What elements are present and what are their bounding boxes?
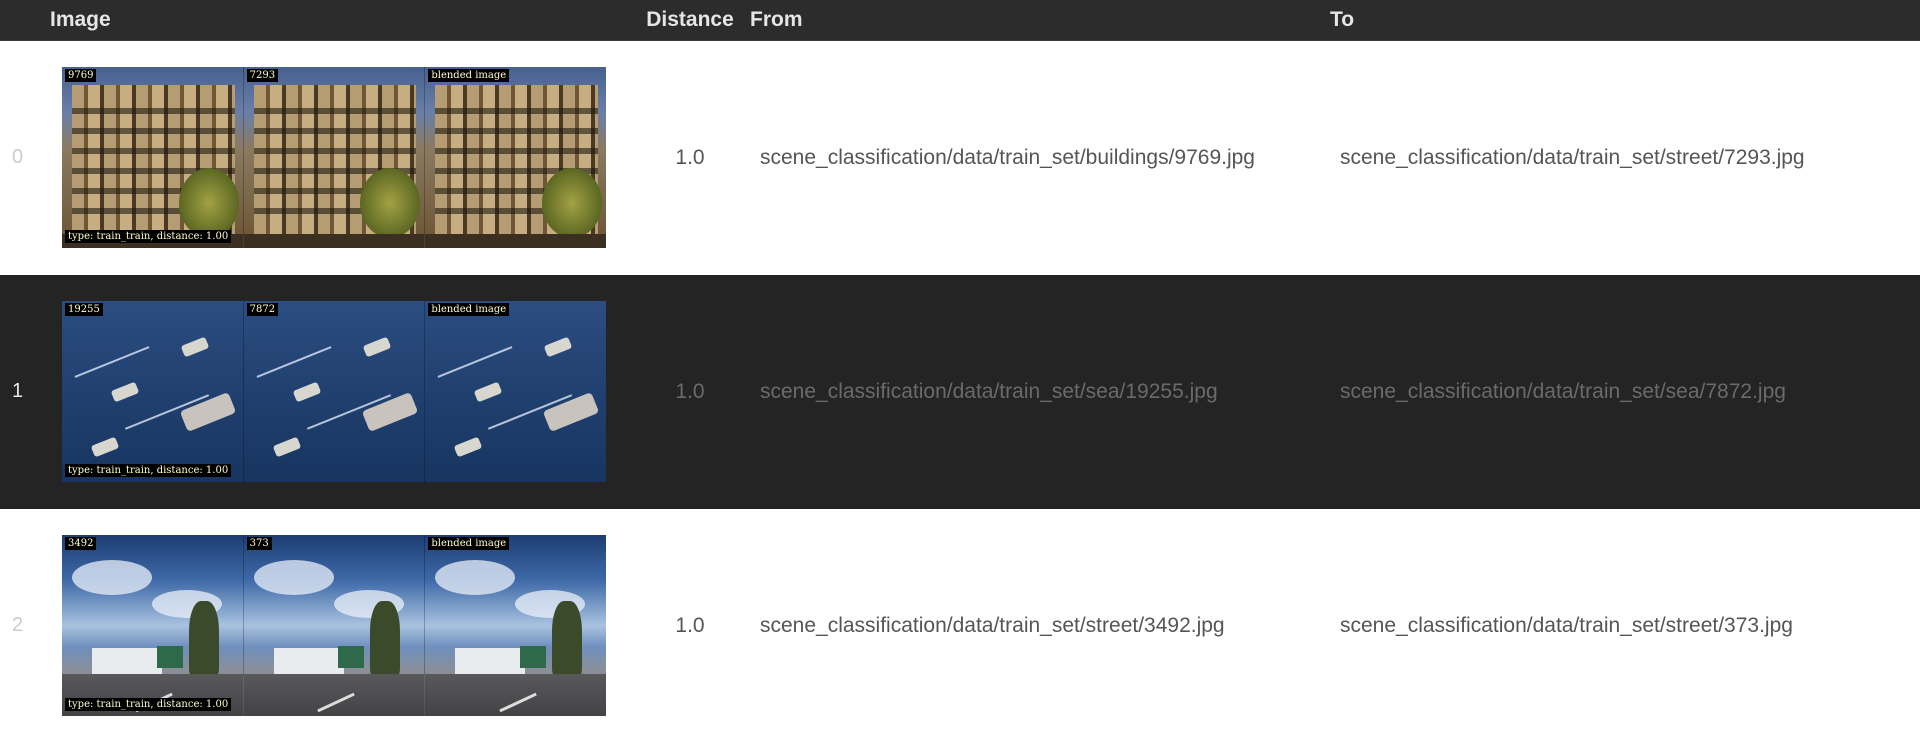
blended-image: blended image	[424, 301, 607, 482]
image-cell: 3492 373 blended image type: train_train…	[50, 509, 630, 743]
image-caption: type: train_train, distance: 1.00	[65, 230, 232, 244]
to-image-tag: 7293	[246, 69, 279, 83]
results-table: Image Distance From To 0 9769 7293 blend…	[0, 0, 1920, 743]
header-from-label: From	[750, 8, 803, 31]
to-image: 7872	[242, 301, 425, 482]
from-path: scene_classification/data/train_set/stre…	[760, 613, 1225, 637]
row-index: 1	[12, 380, 24, 402]
header-index	[0, 0, 50, 41]
distance-value: 1.0	[675, 613, 705, 637]
blended-image-tag: blended image	[428, 69, 510, 83]
from-image: 3492	[62, 535, 243, 716]
image-strip: 19255 7872 blended image type: train_tra…	[62, 301, 607, 482]
to-image-tag: 373	[246, 537, 272, 550]
row-index: 0	[12, 146, 24, 169]
table-row[interactable]: 2 3492 373 blended image type: train_tra…	[0, 509, 1920, 743]
distance-value: 1.0	[675, 145, 705, 169]
to-path: scene_classification/data/train_set/stre…	[1340, 145, 1805, 169]
header-distance-label: Distance	[646, 8, 734, 31]
image-caption: type: train_train, distance: 1.00	[65, 464, 232, 477]
from-image-tag: 19255	[65, 303, 103, 316]
to-image-tag: 7872	[246, 303, 279, 316]
blended-image-tag: blended image	[428, 303, 510, 316]
to-path: scene_classification/data/train_set/stre…	[1340, 613, 1793, 637]
blended-image: blended image	[424, 535, 607, 716]
to-path: scene_classification/data/train_set/sea/…	[1340, 379, 1786, 403]
blended-image-tag: blended image	[428, 537, 510, 550]
row-index: 2	[12, 614, 24, 636]
image-strip: 9769 7293 blended image type: train_trai…	[62, 67, 607, 249]
from-image-tag: 9769	[65, 69, 97, 83]
from-image: 19255	[62, 301, 243, 482]
header-to[interactable]: To	[1330, 0, 1920, 41]
to-image: 373	[242, 535, 425, 716]
header-distance[interactable]: Distance	[630, 0, 750, 41]
header-image[interactable]: Image	[50, 0, 630, 41]
table-header: Image Distance From To	[0, 0, 1920, 41]
distance-value: 1.0	[675, 379, 705, 403]
header-from[interactable]: From	[750, 0, 1330, 41]
from-image-tag: 3492	[65, 537, 97, 550]
image-cell: 19255 7872 blended image type: train_tra…	[50, 275, 630, 509]
table-row[interactable]: 1 19255 7872 blended image type: train_t…	[0, 274, 1920, 509]
to-image: 7293	[242, 67, 425, 249]
image-strip: 3492 373 blended image type: train_train…	[62, 535, 607, 716]
header-image-label: Image	[50, 8, 111, 31]
from-path: scene_classification/data/train_set/sea/…	[760, 379, 1218, 403]
from-image: 9769	[62, 67, 243, 249]
image-cell: 9769 7293 blended image type: train_trai…	[50, 41, 630, 275]
blended-image: blended image	[424, 67, 607, 249]
image-caption: type: train_train, distance: 1.00	[65, 698, 232, 711]
table-row[interactable]: 0 9769 7293 blended image type: train_tr…	[0, 41, 1920, 275]
header-to-label: To	[1330, 8, 1355, 31]
from-path: scene_classification/data/train_set/buil…	[760, 145, 1255, 169]
